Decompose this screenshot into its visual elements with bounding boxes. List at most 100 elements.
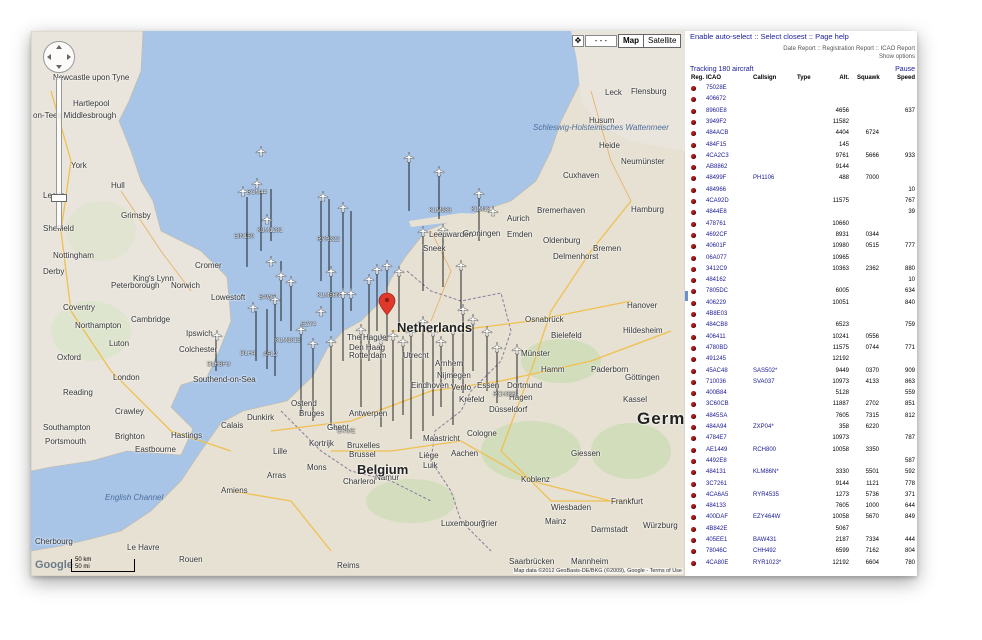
table-row[interactable]: 4CA6A5 RYR4535 1273 5736 371 [685,490,917,501]
table-row[interactable]: 405EE1 BAW431 2187 7334 444 [685,535,917,546]
table-row[interactable]: 484F15 145 [685,140,917,151]
table-row[interactable]: 4CA2C3 9761 5666 933 [685,151,917,162]
table-row[interactable]: 3412C9 10363 2362 880 [685,264,917,275]
aircraft-label[interactable]: KLM86N [317,293,340,299]
zoom-slider[interactable] [56,77,62,229]
map-view[interactable]: Newcastle upon Tyne Hartlepool on-Tees Mid… [31,31,685,576]
table-row[interactable]: 400DAF EZY464W 10058 5670 849 [685,512,917,523]
map-place-label: Venlo [451,383,472,392]
table-row[interactable]: 478761 10660 [685,219,917,230]
map-place-label: Newcastle upon Tyne [53,73,130,82]
table-row[interactable]: 78046C CHH492 6599 7162 804 [685,546,917,557]
table-row[interactable]: 8960E8 4656 637 [685,106,917,117]
aircraft-label[interactable]: RCH800 [493,392,516,398]
pan-right-icon[interactable] [67,54,71,60]
cell-icao: 484131 [706,469,727,476]
aircraft-label[interactable]: DLH8FU [207,362,230,368]
aircraft-label[interactable]: RYR322 [317,237,340,243]
table-row[interactable]: 484131 KLM86N* 3330 5501 592 [685,467,917,478]
table-row[interactable]: 4B842E 5067 [685,524,917,535]
map-place-label: Lowestoft [211,293,246,302]
table-row[interactable]: AE1449 RCH800 10058 3350 [685,445,917,456]
satellite-type-button[interactable]: Satellite [643,34,682,48]
aircraft-label[interactable]: KLM333 [429,208,451,214]
cell-squawk: 3350 [865,446,879,453]
table-row[interactable]: 4780BD 11575 0744 771 [685,343,917,354]
col-reg[interactable]: Reg. [691,75,704,81]
table-row[interactable]: 484133 7605 1000 644 [685,501,917,512]
zoom-level-control[interactable]: - - - [585,35,617,47]
table-row[interactable]: 484A94 ZXP04* 358 6220 [685,422,917,433]
col-speed[interactable]: Speed [891,75,915,81]
table-row[interactable]: 400B84 5128 559 [685,388,917,399]
table-row[interactable]: 3949F2 11582 [685,117,917,128]
map-type-button[interactable]: Map [618,34,644,48]
cell-icao: 40601F [706,243,727,250]
fullscreen-icon[interactable]: ✥ [572,35,584,47]
aircraft-label[interactable]: KLM1281 [257,228,283,234]
pan-left-icon[interactable] [47,54,51,60]
col-squawk[interactable]: Squawk [857,75,880,81]
aircraft-label[interactable]: EIN159 [234,234,254,240]
map-place-label: York [71,161,87,170]
aircraft-label[interactable]: EZY4 [301,322,316,328]
cell-squawk: 1000 [865,503,879,510]
cell-icao: 4844E8 [706,209,727,216]
map-attribution[interactable]: Map data ©2012 GeoBasis-DE/BKG (©2009), … [512,568,683,574]
cell-alt: 5128 [835,390,849,397]
aircraft-label[interactable]: DLH4 [240,351,255,357]
aircraft-label[interactable]: BCM44 [247,190,267,196]
col-type[interactable]: Type [797,75,811,81]
pan-up-icon[interactable] [56,45,62,49]
cell-speed: 771 [904,344,915,351]
cell-icao: 484966 [706,186,727,193]
table-row[interactable]: 06A077 10965 [685,253,917,264]
table-row[interactable]: 4CA92D 11575 767 [685,196,917,207]
pan-down-icon[interactable] [56,65,62,69]
table-row[interactable]: 406229 10051 840 [685,298,917,309]
col-icao[interactable]: ICAO [706,75,721,81]
table-row[interactable]: 406411 10241 0556 [685,332,917,343]
table-row[interactable]: 4784E7 10973 787 [685,433,917,444]
report-links[interactable]: Date Report :: Registration Report :: IC… [783,46,915,52]
top-links[interactable]: Enable auto-select :: Select closest :: … [690,32,849,41]
table-row[interactable]: 45AC48 SAS502* 9449 0370 909 [685,366,917,377]
table-row[interactable]: 48499F PH1106 488 7000 [685,173,917,184]
col-alt[interactable]: Alt. [825,75,849,81]
zoom-slider-handle[interactable] [51,194,67,202]
table-row[interactable]: 406672 [685,94,917,105]
show-options-link[interactable]: Show options [879,54,915,60]
pause-link[interactable]: Pause [895,66,915,73]
table-row[interactable]: 4492E8 587 [685,456,917,467]
table-row[interactable]: 484CB8 6523 759 [685,320,917,331]
pan-control[interactable] [43,41,75,73]
table-row[interactable]: 484966 10 [685,185,917,196]
table-row[interactable]: 3C60CB 11887 2702 851 [685,399,917,410]
table-row[interactable]: 484162 10 [685,275,917,286]
cell-icao: 48499F [706,175,727,182]
cell-icao: 4CA6A5 [706,491,729,498]
table-row[interactable]: 4844E8 39 [685,207,917,218]
table-row[interactable]: 710036 SVA037 10973 4133 863 [685,377,917,388]
table-row[interactable]: AB8862 9144 [685,162,917,173]
aircraft-label[interactable]: AFL2 [263,352,277,358]
map-place-label: London [113,373,140,382]
table-row[interactable]: 40601F 10980 0515 777 [685,241,917,252]
aircraft-label[interactable]: G-AVE [337,429,355,435]
table-row[interactable]: 4845SA 7605 7315 812 [685,411,917,422]
map-place-label: Wiesbaden [551,503,592,512]
table-row[interactable]: 75028E [685,83,917,94]
table-row[interactable]: 3C7261 9144 1121 778 [685,479,917,490]
aircraft-label[interactable]: KLM1013 [275,338,301,344]
map-place-label: Cherbourg [35,537,73,546]
table-row[interactable]: 4B8E03 [685,309,917,320]
table-row[interactable]: 484ACB 4404 6724 [685,128,917,139]
map-place-label: Liège [419,451,439,460]
aircraft-label[interactable]: BAW7 [259,295,276,301]
col-callsign[interactable]: Callsign [753,75,776,81]
table-row[interactable]: 4692CF 8931 0344 [685,230,917,241]
aircraft-label[interactable]: KLM13 [471,207,490,213]
table-row[interactable]: 491245 12192 [685,354,917,365]
table-row[interactable]: 4CA80E RYR1023* 12192 6604 780 [685,558,917,569]
table-row[interactable]: 7805DC 6005 634 [685,286,917,297]
